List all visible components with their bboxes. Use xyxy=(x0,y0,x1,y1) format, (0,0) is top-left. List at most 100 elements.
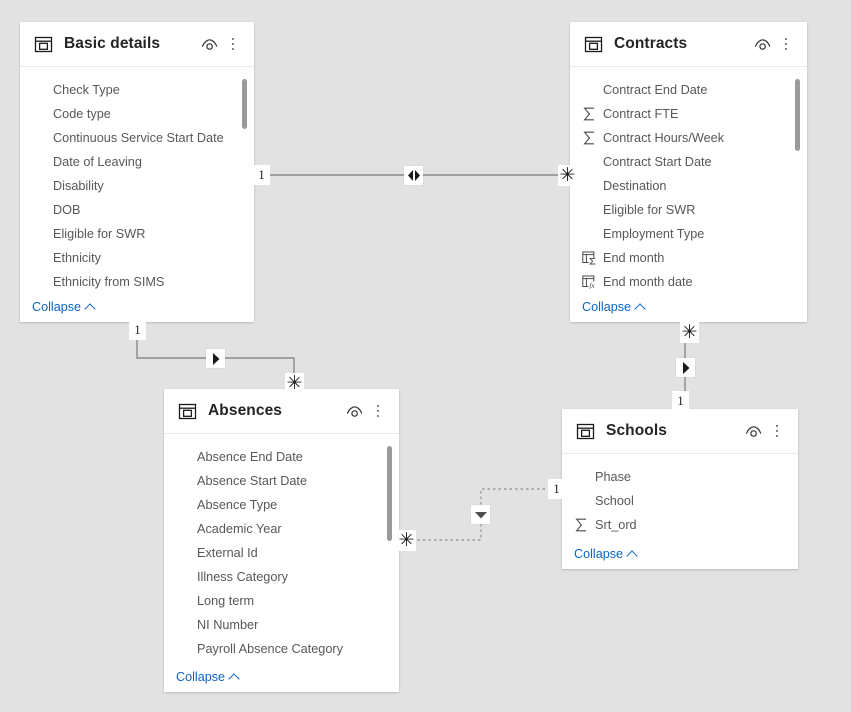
field-row[interactable]: Ethnicity from SIMS xyxy=(20,270,254,292)
more-options-icon[interactable] xyxy=(766,420,788,442)
field-label: Employment Type xyxy=(603,226,705,241)
field-label: Check Type xyxy=(53,82,120,97)
field-label: Destination xyxy=(603,178,667,193)
field-row[interactable]: Absence End Date xyxy=(164,445,399,469)
collapse-button[interactable]: Collapse xyxy=(574,547,638,562)
table-fields-list[interactable]: Check Type Code type Continuous Service … xyxy=(20,67,254,292)
table-fields-list[interactable]: Absence End Date Absence Start Date Abse… xyxy=(164,434,399,662)
cross-filter-single-arrow-icon-schools[interactable] xyxy=(676,358,695,377)
chevron-up-icon xyxy=(84,303,96,315)
fields-scrollbar-thumb[interactable] xyxy=(242,79,247,129)
field-row[interactable]: Ethnicity xyxy=(20,246,254,270)
field-row[interactable]: Long term xyxy=(164,589,399,613)
table-card-schools[interactable]: Schools Phase School Srt_ord Collapse xyxy=(562,409,798,569)
field-row[interactable]: Payroll Absence Category xyxy=(164,637,399,661)
fields-scrollbar[interactable] xyxy=(387,446,392,658)
eye-hide-icon[interactable] xyxy=(343,400,365,422)
field-label: Contract Start Date xyxy=(603,154,712,169)
chevron-up-icon xyxy=(228,673,240,685)
cardinality-one-schools-absences: 1 xyxy=(548,479,565,499)
field-row[interactable]: Continuous Service Start Date xyxy=(20,126,254,150)
field-label: Absence Start Date xyxy=(197,473,308,488)
table-fields-list[interactable]: Contract End Date Contract FTE Contract … xyxy=(570,67,807,292)
collapse-button[interactable]: Collapse xyxy=(176,670,240,685)
field-row[interactable]: School xyxy=(562,489,798,513)
field-row[interactable]: Check Type xyxy=(20,78,254,102)
cross-filter-both-arrow-icon[interactable] xyxy=(404,166,423,185)
chevron-up-icon xyxy=(626,550,638,562)
field-row[interactable]: Contract Start Date xyxy=(570,150,807,174)
field-row[interactable]: Contract Hours/Week xyxy=(570,126,807,150)
field-row[interactable]: DOB xyxy=(20,198,254,222)
field-label: Ethnicity xyxy=(53,250,101,265)
collapse-label: Collapse xyxy=(32,300,82,314)
fields-scrollbar-thumb[interactable] xyxy=(795,79,800,151)
field-row[interactable]: Contract End Date xyxy=(570,78,807,102)
field-row[interactable]: Contract FTE xyxy=(570,102,807,126)
field-row[interactable]: Disability xyxy=(20,174,254,198)
field-label: Payroll Absence Category xyxy=(197,641,343,656)
field-label: Absence Type xyxy=(197,497,278,512)
field-row[interactable]: External Id xyxy=(164,541,399,565)
sigma-measure-icon xyxy=(581,131,598,145)
fields-scrollbar[interactable] xyxy=(795,79,800,289)
svg-text:fx: fx xyxy=(589,281,595,289)
field-label: Illness Category xyxy=(197,569,288,584)
field-label: Date of Leaving xyxy=(53,154,142,169)
cross-filter-inactive-arrow-icon[interactable] xyxy=(471,505,490,524)
fields-scrollbar-thumb[interactable] xyxy=(387,446,392,541)
field-label: Eligible for SWR xyxy=(603,202,696,217)
model-diagram-canvas[interactable]: 1 ✳ 1 ✳ ✳ 1 1 ✳ Basic details Check Type… xyxy=(0,0,851,712)
field-row[interactable]: Srt_ord xyxy=(562,513,798,537)
cardinality-many-contracts: ✳ xyxy=(558,164,577,186)
field-row[interactable]: Code type xyxy=(20,102,254,126)
collapse-button[interactable]: Collapse xyxy=(32,300,96,315)
cardinality-one-basicdetails-contracts: 1 xyxy=(253,165,270,185)
field-row[interactable]: Employment Type xyxy=(570,222,807,246)
field-label: DOB xyxy=(53,202,81,217)
field-row[interactable]: Destination xyxy=(570,174,807,198)
cross-filter-single-arrow-icon-absences[interactable] xyxy=(206,349,225,368)
eye-hide-icon[interactable] xyxy=(751,33,773,55)
cardinality-many-contracts-schools: ✳ xyxy=(680,321,699,343)
table-card-header[interactable]: Absences xyxy=(164,389,399,434)
field-row[interactable]: Academic Year xyxy=(164,517,399,541)
more-options-icon[interactable] xyxy=(222,33,244,55)
field-label: End month xyxy=(603,250,665,265)
eye-hide-icon[interactable] xyxy=(198,33,220,55)
field-row[interactable]: Absence Type xyxy=(164,493,399,517)
field-label: NI Number xyxy=(197,617,259,632)
collapse-button[interactable]: Collapse xyxy=(582,300,646,315)
more-options-icon[interactable] xyxy=(775,33,797,55)
field-label: External Id xyxy=(197,545,258,560)
field-label: Contract Hours/Week xyxy=(603,130,725,145)
field-row[interactable]: fx End month date xyxy=(570,270,807,292)
field-label: End month date xyxy=(603,274,693,289)
field-row[interactable]: Illness Category xyxy=(164,565,399,589)
table-card-header[interactable]: Schools xyxy=(562,409,798,454)
table-card-absences[interactable]: Absences Absence End Date Absence Start … xyxy=(164,389,399,692)
field-row[interactable]: Phase xyxy=(562,465,798,489)
field-row[interactable]: Eligible for SWR xyxy=(570,198,807,222)
field-row[interactable]: End month xyxy=(570,246,807,270)
table-card-header[interactable]: Contracts xyxy=(570,22,807,67)
field-row[interactable]: Date of Leaving xyxy=(20,150,254,174)
table-card-contracts[interactable]: Contracts Contract End Date Contract FTE… xyxy=(570,22,807,322)
table-card-header[interactable]: Basic details xyxy=(20,22,254,67)
table-card-footer: Collapse xyxy=(164,662,399,692)
field-label: Contract End Date xyxy=(603,82,708,97)
field-row[interactable]: NI Number xyxy=(164,613,399,637)
eye-hide-icon[interactable] xyxy=(742,420,764,442)
table-card-basic-details[interactable]: Basic details Check Type Code type Conti… xyxy=(20,22,254,322)
table-fields-list[interactable]: Phase School Srt_ord xyxy=(562,454,798,539)
table-icon xyxy=(584,35,603,54)
field-label: Eligible for SWR xyxy=(53,226,146,241)
field-label: Code type xyxy=(53,106,111,121)
fields-scrollbar[interactable] xyxy=(242,79,247,289)
more-options-icon[interactable] xyxy=(367,400,389,422)
table-title: Basic details xyxy=(64,35,161,52)
field-row[interactable]: Eligible for SWR xyxy=(20,222,254,246)
field-row[interactable]: Absence Start Date xyxy=(164,469,399,493)
cardinality-many-absences-schools: ✳ xyxy=(397,529,416,551)
field-label: School xyxy=(595,493,634,508)
